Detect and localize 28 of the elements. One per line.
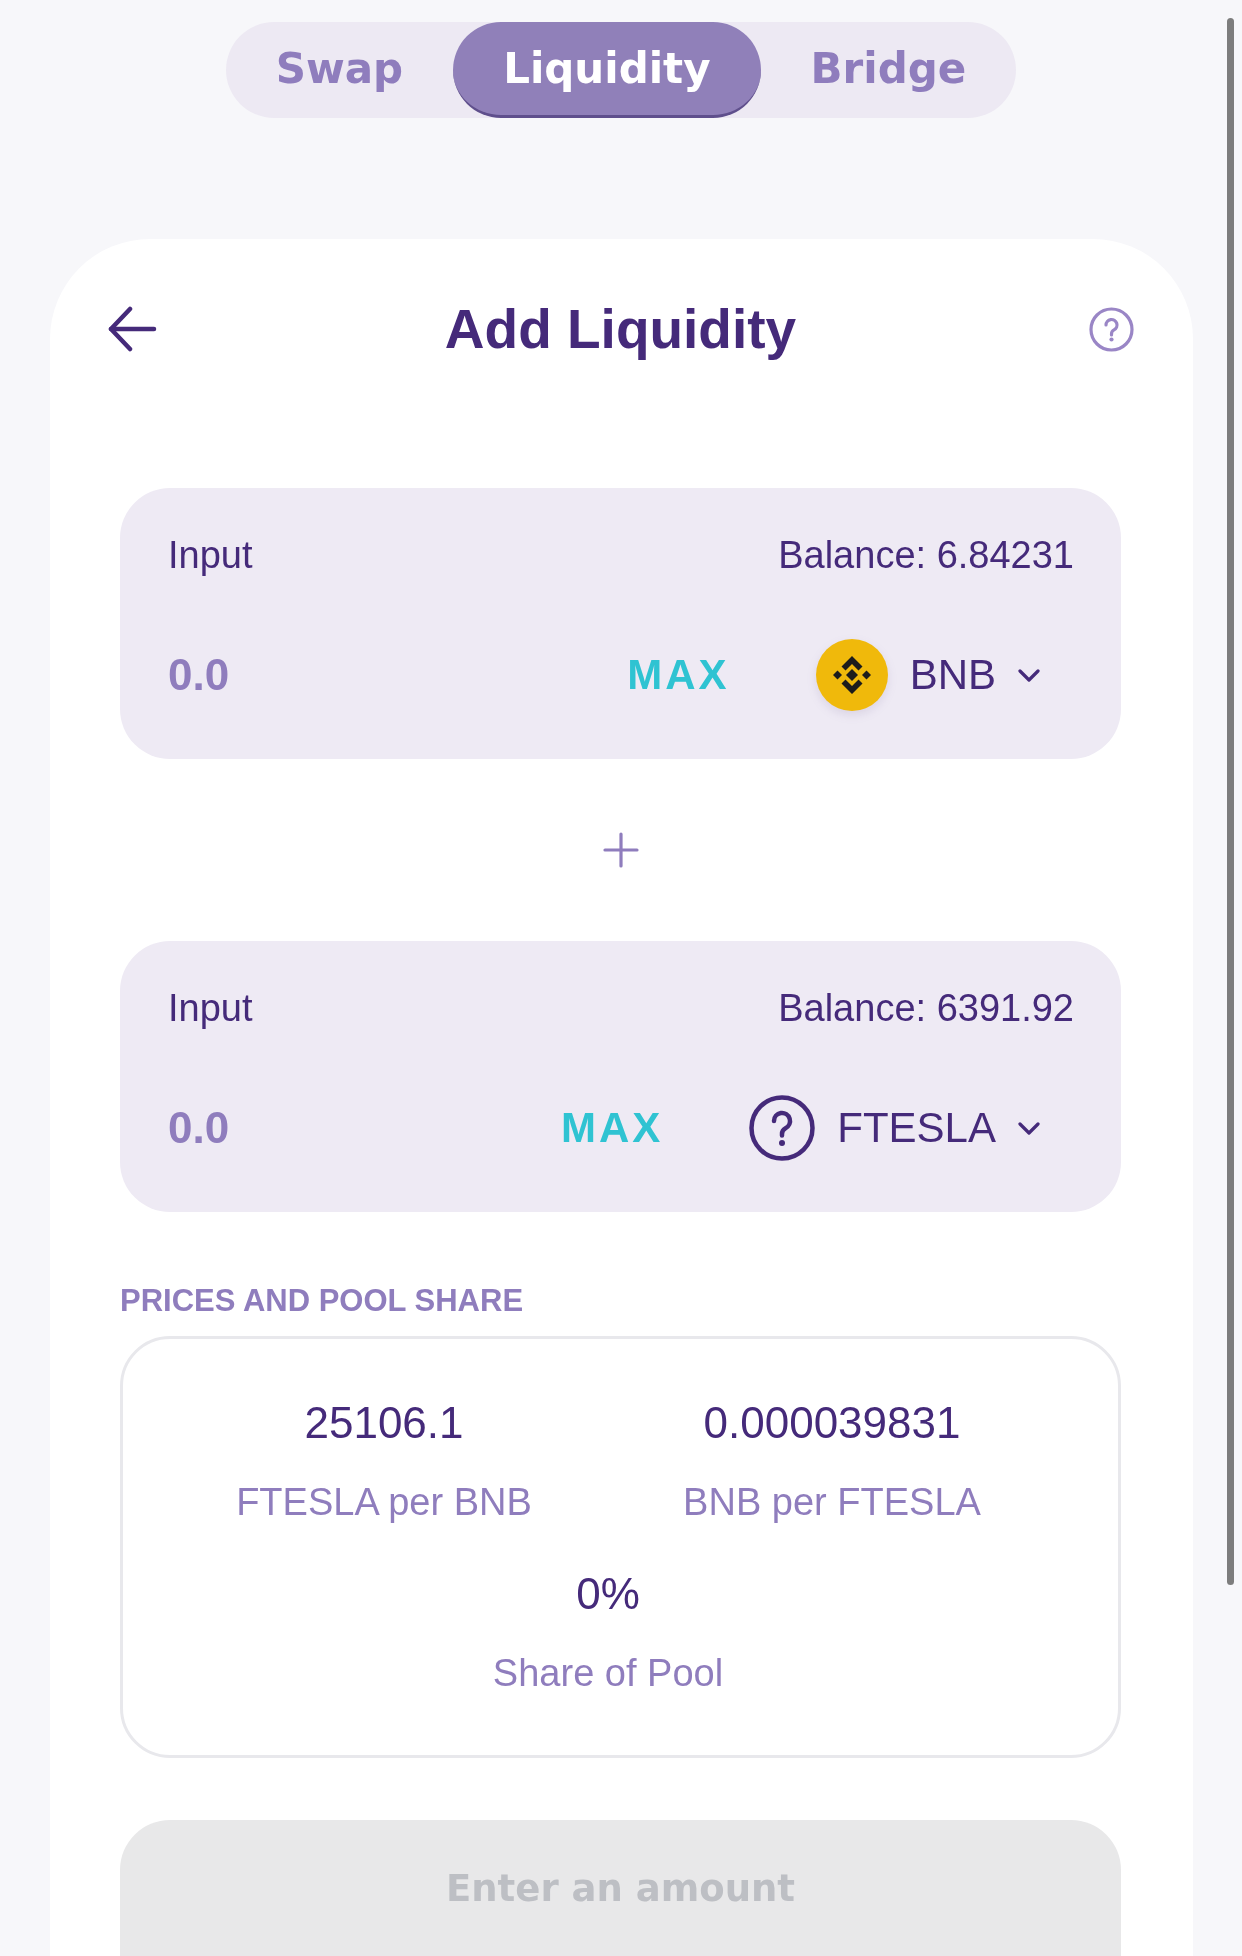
input-label: Input <box>168 986 253 1030</box>
price-label: FTESLA per BNB <box>236 1480 532 1525</box>
price-label: BNB per FTESLA <box>683 1480 981 1525</box>
chevron-down-icon <box>1018 1121 1040 1135</box>
plus-icon <box>602 832 639 868</box>
price-label: Share of Pool <box>492 1651 724 1696</box>
question-circle-icon <box>749 1095 816 1161</box>
tab[interactable]: Liquidity <box>453 22 761 118</box>
max-button[interactable]: MAX <box>560 1104 664 1152</box>
price-value: 25106.1 <box>304 1397 464 1449</box>
balance-text: Balance: 6.84231 <box>778 533 1074 577</box>
help-icon[interactable] <box>1089 306 1134 352</box>
amount-field[interactable]: 0.0 <box>168 645 608 705</box>
amount-field[interactable]: 0.0 <box>168 1098 541 1158</box>
max-button[interactable]: MAX <box>627 651 730 699</box>
page-title: Add Liquidity <box>444 299 797 359</box>
tab[interactable]: Bridge <box>760 22 1017 118</box>
price-value: 0.000039831 <box>703 1397 961 1449</box>
tab[interactable]: Swap <box>225 22 454 118</box>
token-selector[interactable]: BNB <box>815 639 1040 711</box>
section-heading: PRICES AND POOL SHARE <box>120 1282 525 1320</box>
scrollbar-thumb[interactable] <box>1227 18 1234 1585</box>
token-selector[interactable]: FTESLA <box>749 1095 1040 1161</box>
chevron-down-icon <box>1018 668 1040 682</box>
input-label: Input <box>168 533 253 577</box>
balance-text: Balance: 6391.92 <box>778 986 1074 1030</box>
price-value: 0% <box>576 1568 640 1620</box>
coin-icon <box>815 639 888 711</box>
